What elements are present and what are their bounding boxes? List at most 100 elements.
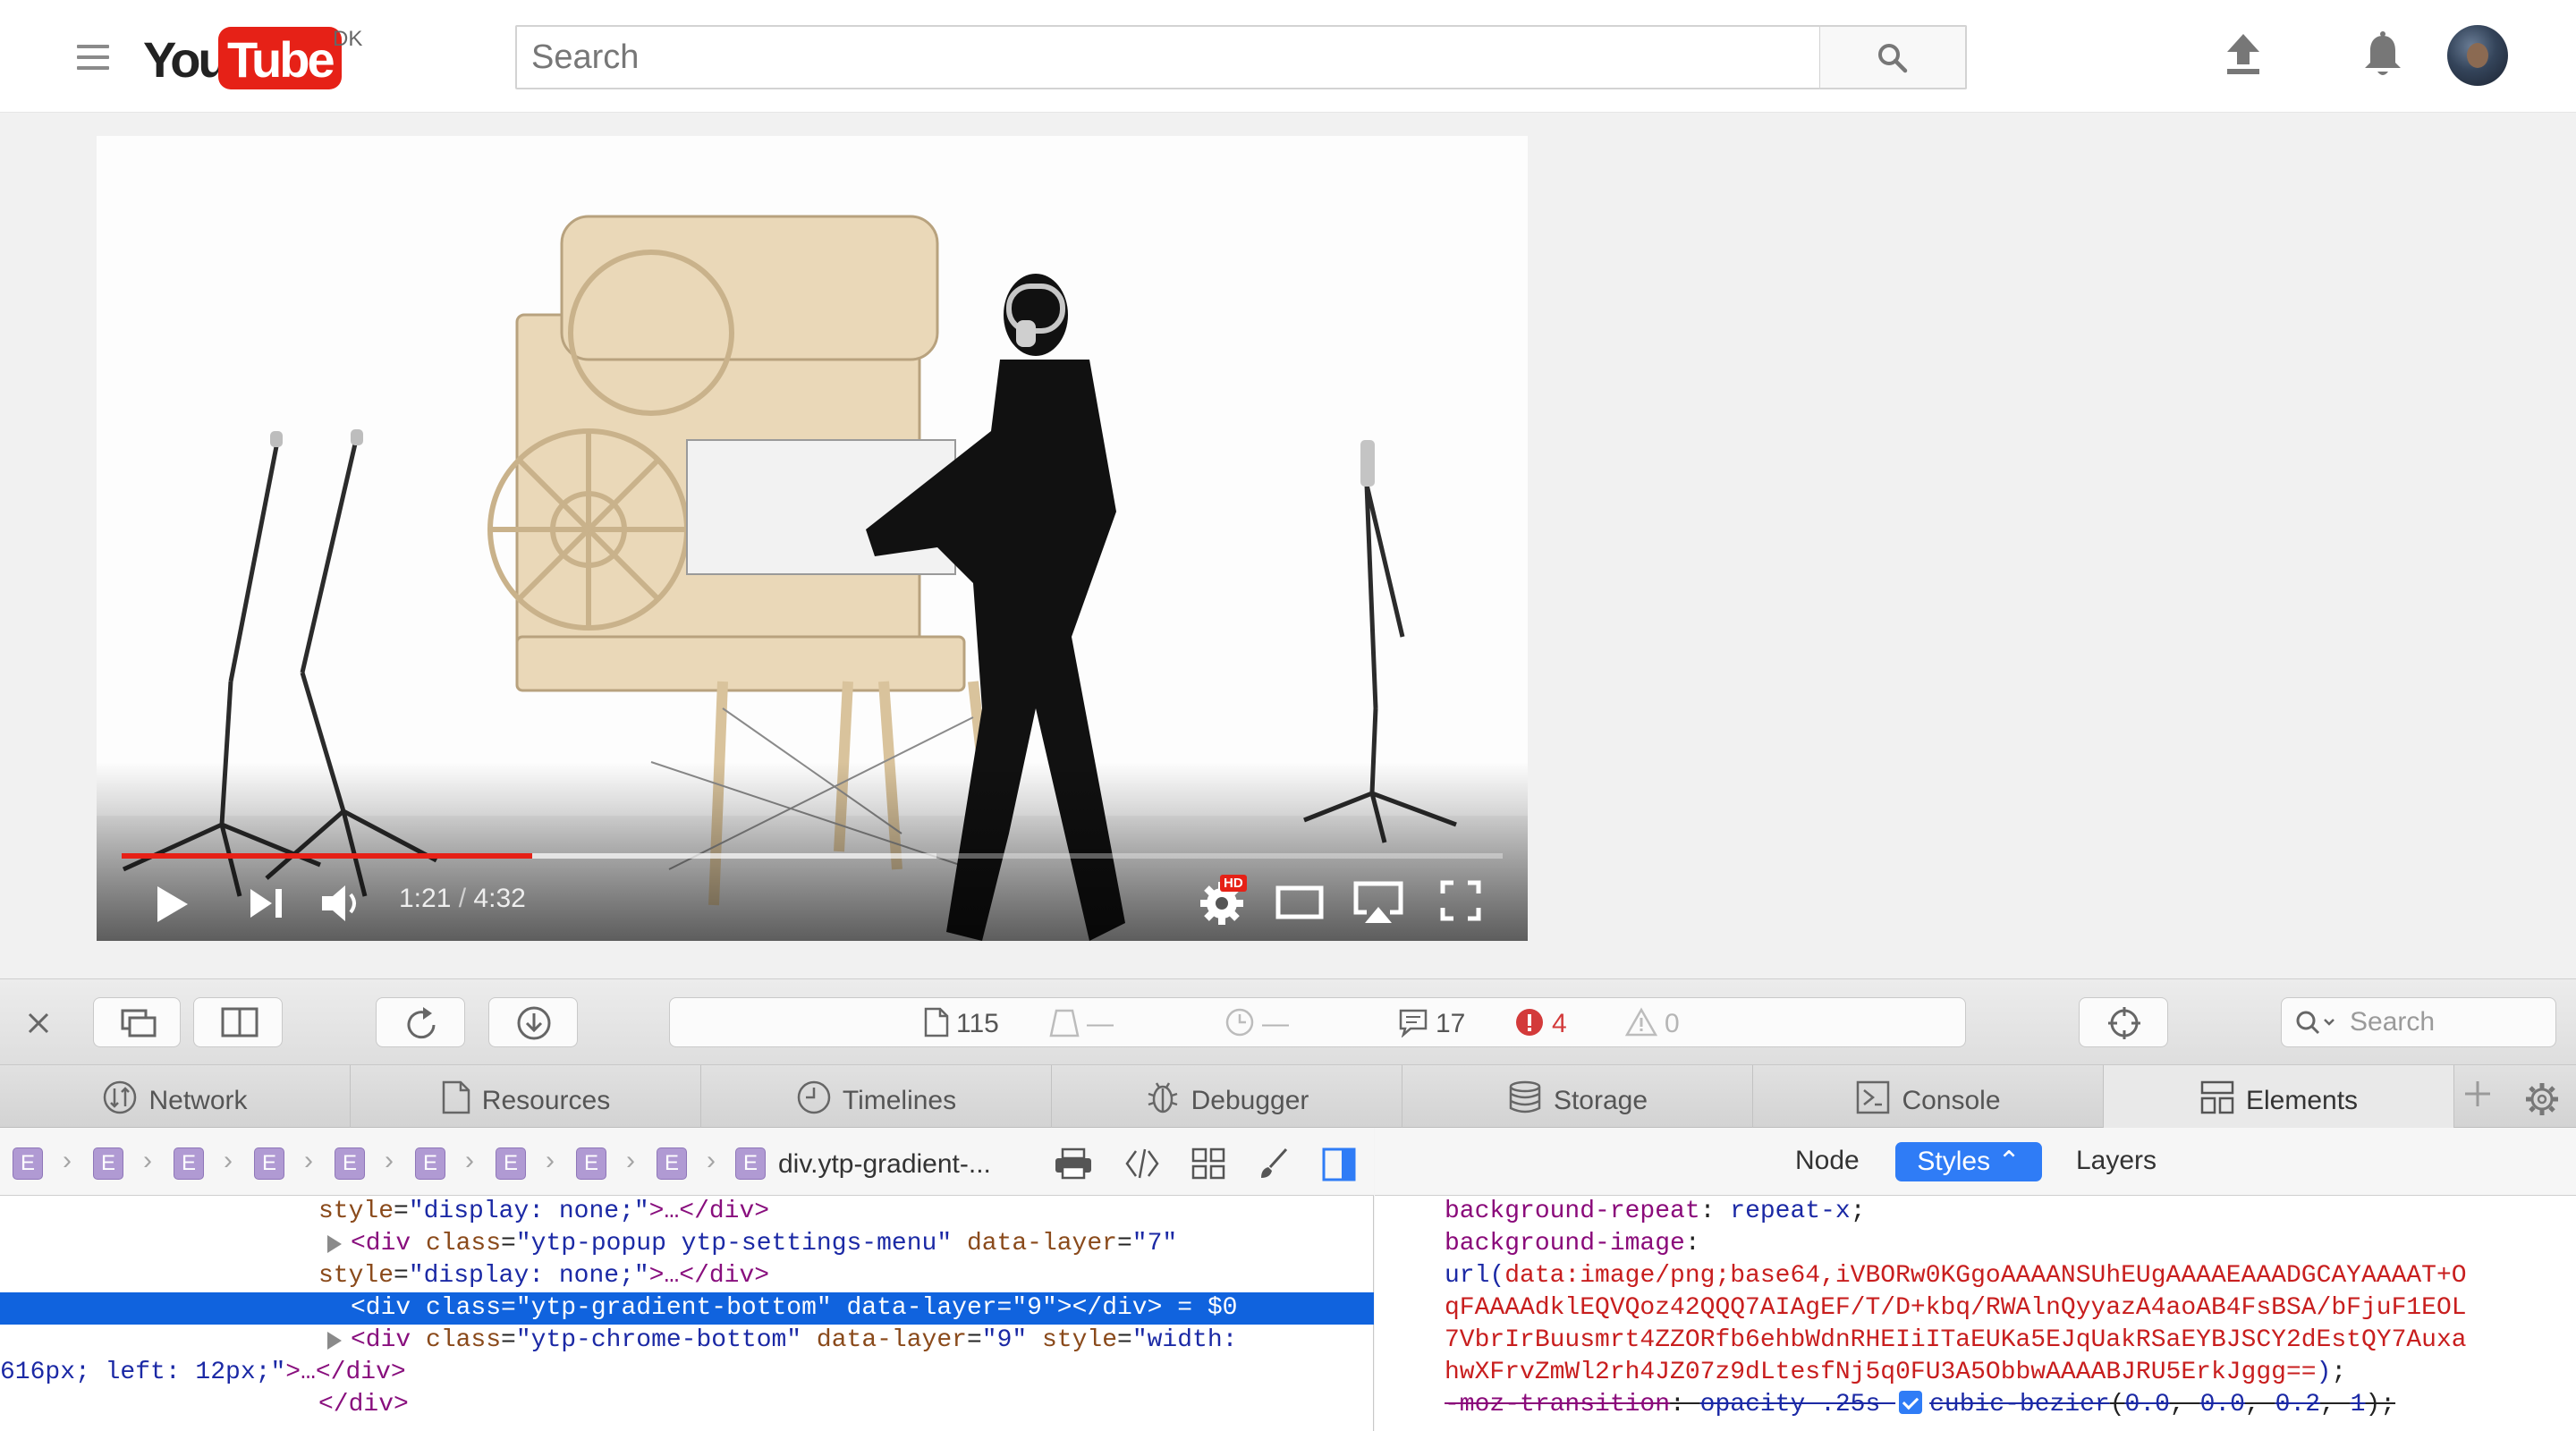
- dom-token: [801, 1326, 817, 1354]
- sidebar-tab-node[interactable]: Node: [1795, 1146, 1860, 1176]
- breadcrumb-element[interactable]: E: [576, 1147, 606, 1180]
- css-declaration[interactable]: qFAAAAdklEQVQoz42QQQ7AIAgEF/T/D+kbq/RWAl…: [1445, 1292, 2467, 1325]
- dom-node-line[interactable]: </div>: [0, 1389, 1374, 1421]
- dom-node-line[interactable]: style="display: none;">…</div>: [0, 1196, 1374, 1228]
- tab-timelines-label: Timelines: [842, 1086, 957, 1115]
- tab-resources[interactable]: Resources: [351, 1065, 701, 1128]
- breadcrumb-element[interactable]: E: [174, 1147, 204, 1180]
- disclosure-triangle-icon[interactable]: [327, 1332, 342, 1350]
- css-token: 0.0: [2124, 1391, 2170, 1418]
- dom-node-line[interactable]: style="display: none;">…</div>: [0, 1260, 1374, 1292]
- document-icon: [924, 1007, 949, 1037]
- layout-grid-icon[interactable]: [1191, 1147, 1225, 1180]
- tab-console[interactable]: Console: [1753, 1065, 2104, 1128]
- dom-token: =: [501, 1326, 516, 1354]
- airplay-icon[interactable]: [1352, 880, 1404, 925]
- dom-node-selected[interactable]: <div class="ytp-gradient-bottom" data-la…: [0, 1292, 1374, 1325]
- tab-debugger[interactable]: Debugger: [1052, 1065, 1402, 1128]
- breadcrumb-element[interactable]: E: [335, 1147, 365, 1180]
- breadcrumb: E › E › E › E › E › E › E › E › E › E di…: [0, 1128, 1374, 1196]
- breadcrumb-element[interactable]: E: [735, 1147, 766, 1180]
- dom-node-line[interactable]: <div class="ytp-popup ytp-settings-menu"…: [0, 1228, 1374, 1260]
- tab-storage[interactable]: Storage: [1402, 1065, 1753, 1128]
- element-picker-button[interactable]: [2079, 997, 2168, 1047]
- inspector-search-input[interactable]: [2350, 1003, 2546, 1041]
- volume-icon[interactable]: [320, 882, 365, 925]
- settings-gear-icon[interactable]: [2524, 1081, 2560, 1117]
- tab-network[interactable]: Network: [0, 1065, 351, 1128]
- resource-size-value: —: [1087, 1009, 1114, 1038]
- dom-token: =: [394, 1262, 409, 1290]
- breadcrumb-element[interactable]: E: [254, 1147, 284, 1180]
- dom-token: "9": [981, 1326, 1028, 1354]
- dom-token: "display: none;": [408, 1198, 649, 1225]
- video-player[interactable]: 1:21 / 4:32 HD: [97, 136, 1528, 941]
- sidebar-tab-styles[interactable]: Styles ⌃: [1895, 1142, 2042, 1181]
- breadcrumb-element[interactable]: E: [93, 1147, 123, 1180]
- network-icon: [104, 1080, 137, 1114]
- breadcrumb-element[interactable]: E: [415, 1147, 445, 1180]
- notifications-bell-icon[interactable]: [2361, 30, 2404, 79]
- tab-network-label: Network: [148, 1086, 248, 1115]
- css-declaration[interactable]: background-image:: [1445, 1228, 1700, 1260]
- resources-count[interactable]: 115: [924, 1007, 999, 1039]
- search-icon: [2296, 1011, 2334, 1035]
- tab-storage-label: Storage: [1553, 1086, 1648, 1115]
- breadcrumb-element[interactable]: E: [13, 1147, 43, 1180]
- paintbrush-icon[interactable]: [1258, 1147, 1290, 1180]
- css-declaration[interactable]: -moz-transition: opacity .25s cubic-bezi…: [1445, 1389, 2395, 1421]
- dom-token: <div: [351, 1230, 427, 1257]
- add-tab-icon[interactable]: [2462, 1078, 2494, 1110]
- detach-window-button[interactable]: [93, 997, 181, 1047]
- dom-token: "ytp-chrome-bottom": [515, 1326, 802, 1354]
- logo-you-text: You: [143, 31, 229, 88]
- dom-token: >…</div>: [648, 1262, 770, 1290]
- account-avatar[interactable]: [2447, 25, 2508, 86]
- breadcrumb-element[interactable]: E: [496, 1147, 526, 1180]
- dom-node-line[interactable]: 616px; left: 12px;">…</div>: [0, 1357, 1374, 1389]
- print-icon[interactable]: [1054, 1147, 1093, 1180]
- css-declaration[interactable]: url(data:image/png;base64,iVBORw0KGgoAAA…: [1445, 1260, 2467, 1292]
- dom-node-line[interactable]: <div class="ytp-chrome-bottom" data-laye…: [0, 1325, 1374, 1357]
- console-icon: [1857, 1080, 1890, 1114]
- reload-button[interactable]: [376, 997, 465, 1047]
- play-button[interactable]: [154, 884, 190, 925]
- errors-count[interactable]: 4: [1514, 1007, 1567, 1039]
- upload-icon[interactable]: [2224, 32, 2263, 75]
- console-logs-count[interactable]: 17: [1398, 1007, 1465, 1039]
- checkbox-icon[interactable]: [1899, 1391, 1923, 1414]
- errors-value: 4: [1552, 1009, 1567, 1038]
- css-declaration[interactable]: background-repeat: repeat-x;: [1445, 1196, 1866, 1228]
- show-shadow-dom-icon[interactable]: [1123, 1147, 1161, 1180]
- css-declaration[interactable]: 7VbrIrBuusmrt4ZZORfb6ehbWdnRHEIiITaEUKa5…: [1445, 1325, 2467, 1357]
- tab-elements[interactable]: Elements: [2104, 1065, 2454, 1128]
- sidebar-tab-bar: Node Styles ⌃ Layers: [1375, 1128, 2576, 1196]
- toggle-sidebar-icon[interactable]: [1322, 1147, 1356, 1181]
- dom-tree: style="display: none;">…</div> <div class…: [0, 1196, 1374, 1431]
- sidebar-tab-layers[interactable]: Layers: [2076, 1146, 2157, 1176]
- css-token: url(: [1445, 1262, 1505, 1290]
- css-declaration[interactable]: hwXFrvZmWl2rh4JZ07z9dLtesfNj5q0FU3A5Obbw…: [1445, 1357, 2346, 1389]
- next-video-button[interactable]: [249, 885, 284, 921]
- close-icon[interactable]: [25, 1010, 52, 1037]
- css-token: background-repeat: [1445, 1198, 1700, 1225]
- download-button[interactable]: [488, 997, 578, 1047]
- dock-side-button[interactable]: [193, 997, 283, 1047]
- disclosure-triangle-icon[interactable]: [327, 1235, 342, 1253]
- tab-timelines[interactable]: Timelines: [701, 1065, 1052, 1128]
- resource-size: —: [1049, 1007, 1114, 1039]
- youtube-logo[interactable]: You Tube DK: [143, 27, 362, 89]
- theater-mode-icon[interactable]: [1275, 885, 1324, 919]
- hamburger-menu-icon[interactable]: [77, 45, 109, 70]
- dom-token: "ytp-popup ytp-settings-menu": [515, 1230, 953, 1257]
- fullscreen-icon[interactable]: [1440, 880, 1481, 921]
- search-button[interactable]: [1820, 25, 1967, 89]
- chevron-updown-icon: ⌃: [1997, 1147, 2021, 1176]
- breadcrumb-element[interactable]: E: [657, 1147, 687, 1180]
- progress-bar[interactable]: [122, 853, 1503, 859]
- warnings-count[interactable]: 0: [1624, 1007, 1680, 1039]
- search-input[interactable]: [517, 27, 1821, 88]
- breadcrumb-current[interactable]: div.ytp-gradient-...: [778, 1149, 991, 1180]
- bug-icon: [1148, 1082, 1178, 1113]
- clock-icon: [797, 1080, 831, 1114]
